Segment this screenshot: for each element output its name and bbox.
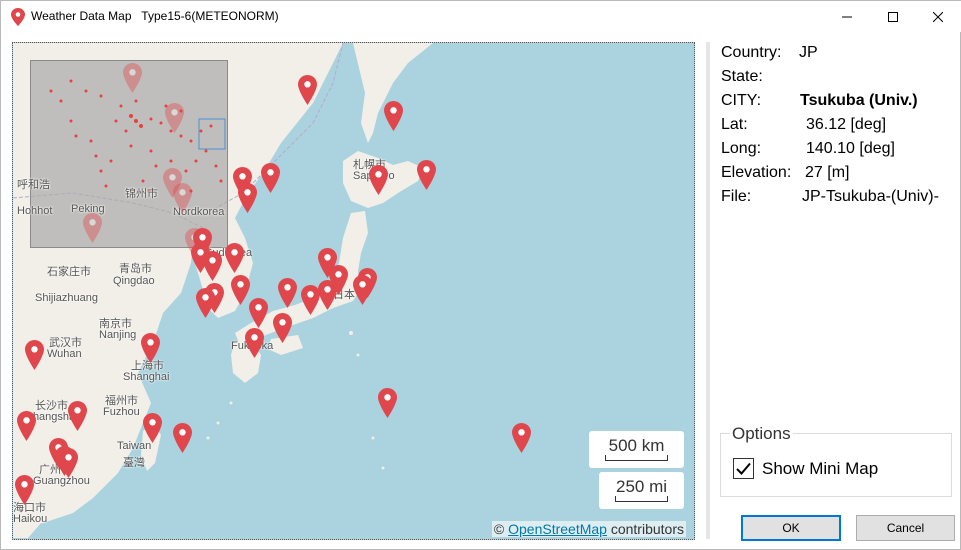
location-pin-icon[interactable]: [225, 243, 244, 273]
location-pin-icon[interactable]: [17, 411, 36, 441]
elevation-label: Elevation:: [721, 164, 792, 181]
file-value: JP-Tsukuba-(Univ)-: [802, 188, 939, 205]
map-label: Shanghai: [123, 371, 170, 383]
map-label: Nanjing: [99, 329, 137, 341]
lat-label: Lat:: [721, 116, 748, 133]
location-pin-icon[interactable]: [123, 63, 142, 93]
location-pin-icon[interactable]: [173, 423, 192, 453]
panel-splitter[interactable]: [706, 42, 710, 539]
map-label: 青岛市: [119, 263, 152, 275]
location-pin-icon[interactable]: [15, 475, 34, 505]
location-pin-icon[interactable]: [141, 333, 160, 363]
map-label: 锦州市: [125, 188, 158, 200]
minimize-button[interactable]: [824, 1, 870, 32]
country-label: Country:: [721, 44, 782, 61]
location-pin-icon[interactable]: [165, 103, 184, 133]
location-pin-icon[interactable]: [143, 413, 162, 443]
location-pin-icon[interactable]: [249, 298, 268, 328]
map-label: Hohhot: [17, 205, 53, 217]
location-pin-icon[interactable]: [261, 163, 280, 193]
map-label: Wuhan: [47, 348, 82, 360]
options-legend: Options: [730, 424, 793, 444]
location-pin-icon[interactable]: [353, 275, 372, 305]
location-pin-icon[interactable]: [238, 183, 257, 213]
options-group: Options Show Mini Map: [720, 424, 952, 497]
location-pin-icon[interactable]: [512, 423, 531, 453]
scale-mi: 250 mi: [599, 472, 684, 509]
location-pin-icon[interactable]: [298, 75, 317, 105]
attribution-prefix: ©: [493, 521, 505, 537]
maximize-button[interactable]: [870, 1, 916, 32]
location-pin-icon[interactable]: [203, 251, 222, 281]
location-pin-icon[interactable]: [59, 448, 78, 478]
attribution-suffix: contributors: [610, 521, 684, 537]
state-label: State:: [721, 68, 763, 85]
location-pin-icon[interactable]: [245, 328, 264, 358]
elevation-value: 27 [m]: [805, 164, 850, 181]
map-label: 呼和浩: [17, 179, 50, 191]
lat-value: 36.12 [deg]: [806, 116, 887, 133]
map-attribution: © OpenStreetMap contributors: [491, 521, 686, 537]
map-view[interactable]: 呼和浩 Hohhot Peking 锦州市 Nordkorea 石家庄市 Shi…: [12, 42, 695, 540]
map-pin-icon: [11, 8, 25, 26]
map-label: Fuzhou: [103, 406, 140, 418]
show-mini-map-checkbox[interactable]: [733, 458, 754, 479]
map-label: 石家庄市: [47, 266, 91, 278]
file-label: File:: [721, 188, 752, 205]
location-pin-icon[interactable]: [417, 160, 436, 190]
location-pin-icon[interactable]: [369, 165, 388, 195]
location-pin-icon[interactable]: [273, 313, 292, 343]
map-label: 臺灣: [123, 457, 145, 469]
city-value: Tsukuba (Univ.): [800, 92, 918, 109]
scale-mi-label: 250 mi: [615, 477, 668, 496]
weather-data-map-window: Weather Data Map Type15-6(METEONORM) 呼和浩…: [0, 0, 961, 550]
scale-km: 500 km: [589, 431, 684, 468]
long-label: Long:: [721, 140, 762, 157]
location-pin-icon[interactable]: [378, 388, 397, 418]
openstreetmap-link[interactable]: OpenStreetMap: [508, 521, 607, 537]
location-pin-icon[interactable]: [301, 285, 320, 315]
checkmark-icon: [736, 462, 751, 475]
title-bar[interactable]: Weather Data Map Type15-6(METEONORM): [1, 1, 961, 32]
maximize-icon: [888, 11, 898, 22]
map-label: Haikou: [13, 513, 48, 525]
location-pin-icon[interactable]: [68, 401, 87, 431]
location-pin-icon[interactable]: [318, 280, 337, 310]
city-label: CITY:: [721, 92, 762, 109]
location-pin-icon[interactable]: [173, 183, 192, 213]
location-pin-icon[interactable]: [231, 275, 250, 305]
location-pin-icon[interactable]: [83, 213, 102, 243]
show-mini-map-label[interactable]: Show Mini Map: [762, 459, 878, 479]
location-pin-icon[interactable]: [25, 340, 44, 370]
ok-button[interactable]: OK: [741, 515, 841, 541]
map-label: Shijiazhuang: [35, 292, 98, 304]
minimize-icon: [842, 16, 852, 17]
cancel-button[interactable]: Cancel: [856, 515, 955, 541]
close-icon: [933, 11, 943, 22]
country-value: JP: [799, 44, 818, 61]
location-pin-icon[interactable]: [384, 101, 403, 131]
close-button[interactable]: [915, 1, 961, 32]
location-pin-icon[interactable]: [278, 278, 297, 308]
window-title: Weather Data Map Type15-6(METEONORM): [31, 9, 279, 23]
long-value: 140.10 [deg]: [806, 140, 895, 157]
location-pin-icon[interactable]: [196, 288, 215, 318]
scale-km-label: 500 km: [608, 436, 665, 455]
map-label: Qingdao: [113, 275, 155, 287]
